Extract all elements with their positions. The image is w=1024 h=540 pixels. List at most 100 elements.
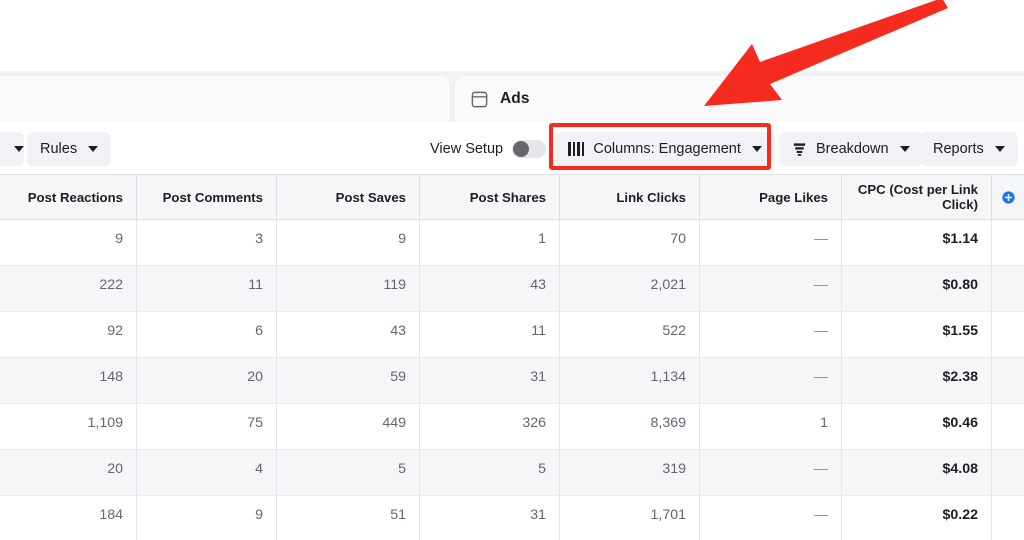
- breakdown-button[interactable]: Breakdown: [779, 132, 923, 166]
- cell-post-comments: 20: [137, 358, 277, 404]
- cell-post-shares: 5: [420, 450, 560, 496]
- cell-page-likes: —: [700, 220, 842, 266]
- cell-page-likes: —: [700, 496, 842, 540]
- view-setup-label: View Setup: [430, 141, 504, 157]
- table-row[interactable]: 222 11 119 43 2,021— $0.80: [0, 266, 1024, 312]
- add-column-button[interactable]: [992, 175, 1024, 219]
- cell-post-comments: 11: [137, 266, 277, 312]
- cell-page-likes: —: [700, 312, 842, 358]
- cell-link-clicks: 522: [560, 312, 700, 358]
- reports-button[interactable]: Reports: [920, 132, 1018, 166]
- cell-post-saves: 9: [277, 220, 420, 266]
- cell-post-shares: 326: [420, 404, 560, 450]
- breakdown-button-label: Breakdown: [816, 141, 889, 157]
- cell-link-clicks: 1,134: [560, 358, 700, 404]
- table-row[interactable]: 20 4 5 5 319— $4.08: [0, 450, 1024, 496]
- column-header-post-comments[interactable]: Post Comments: [137, 175, 277, 219]
- column-header-link-clicks[interactable]: Link Clicks: [560, 175, 700, 219]
- column-header-page-likes[interactable]: Page Likes: [700, 175, 842, 219]
- cell-row-end-spacer: [992, 404, 1024, 450]
- cell-post-saves: 5: [277, 450, 420, 496]
- cell-post-comments: 4: [137, 450, 277, 496]
- tab-ads-label: Ads: [500, 90, 530, 107]
- toolbar-offscreen-button[interactable]: [0, 132, 24, 166]
- cell-post-saves: 449: [277, 404, 420, 450]
- cell-post-reactions: 184: [0, 496, 137, 540]
- left-panel-card: [0, 76, 450, 128]
- right-panel-card: [455, 76, 1024, 128]
- cell-link-clicks: 8,369: [560, 404, 700, 450]
- cell-link-clicks: 2,021: [560, 266, 700, 312]
- cell-post-saves: 59: [277, 358, 420, 404]
- columns-icon: [568, 142, 585, 156]
- toolbar: Rules View Setup Columns: Engagement Bre…: [0, 122, 1024, 175]
- cell-link-clicks: 1,701: [560, 496, 700, 540]
- ads-manager-screen: Ads Rules View Setup Columns: Engagement: [0, 0, 1024, 540]
- chevron-down-icon: [88, 146, 99, 152]
- cell-cpc: $2.38: [842, 358, 992, 404]
- cell-cpc: $0.80: [842, 266, 992, 312]
- cell-post-reactions: 20: [0, 450, 137, 496]
- view-setup-switch[interactable]: [512, 140, 547, 158]
- chevron-down-icon: [14, 146, 24, 152]
- table-row[interactable]: 184 9 51 31 1,701— $0.22: [0, 496, 1024, 540]
- cell-page-likes: —: [700, 358, 842, 404]
- cell-post-reactions: 92: [0, 312, 137, 358]
- table-row[interactable]: 1,109 75 449 326 8,369 1 $0.46: [0, 404, 1024, 450]
- cell-post-comments: 9: [137, 496, 277, 540]
- table-header-row: Post Reactions Post Comments Post Saves …: [0, 175, 1024, 220]
- cell-post-comments: 3: [137, 220, 277, 266]
- cell-cpc: $0.46: [842, 404, 992, 450]
- rules-button-label: Rules: [40, 141, 78, 157]
- chevron-down-icon: [994, 146, 1005, 152]
- view-setup-toggle[interactable]: View Setup: [430, 132, 547, 166]
- cell-cpc: $1.14: [842, 220, 992, 266]
- view-setup-switch-knob: [513, 141, 530, 157]
- cell-post-saves: 119: [277, 266, 420, 312]
- cell-page-likes: —: [700, 450, 842, 496]
- rules-button[interactable]: Rules: [27, 132, 112, 166]
- cell-row-end-spacer: [992, 358, 1024, 404]
- cell-row-end-spacer: [992, 266, 1024, 312]
- cell-post-saves: 43: [277, 312, 420, 358]
- table-row[interactable]: 92 6 43 11 522— $1.55: [0, 312, 1024, 358]
- chevron-down-icon: [751, 146, 762, 152]
- cell-post-comments: 75: [137, 404, 277, 450]
- column-header-cpc[interactable]: CPC (Cost per Link Click): [842, 175, 992, 219]
- cell-link-clicks: 319: [560, 450, 700, 496]
- cell-post-saves: 51: [277, 496, 420, 540]
- tab-ads[interactable]: Ads: [462, 84, 538, 114]
- cell-row-end-spacer: [992, 450, 1024, 496]
- add-column-icon: [1001, 190, 1015, 204]
- cell-post-comments: 6: [137, 312, 277, 358]
- columns-button[interactable]: Columns: Engagement: [555, 132, 775, 166]
- cell-post-shares: 1: [420, 220, 560, 266]
- column-header-post-reactions[interactable]: Post Reactions: [0, 175, 137, 219]
- ads-window-icon: [470, 90, 489, 109]
- breakdown-icon: [792, 142, 807, 157]
- cell-post-shares: 31: [420, 358, 560, 404]
- cell-page-likes: —: [700, 266, 842, 312]
- cell-post-shares: 43: [420, 266, 560, 312]
- cell-post-shares: 11: [420, 312, 560, 358]
- cell-post-reactions: 222: [0, 266, 137, 312]
- columns-button-label: Columns: Engagement: [593, 141, 741, 157]
- cell-post-shares: 31: [420, 496, 560, 540]
- cell-cpc: $0.22: [842, 496, 992, 540]
- cell-cpc: $1.55: [842, 312, 992, 358]
- column-header-post-saves[interactable]: Post Saves: [277, 175, 420, 219]
- cell-post-reactions: 1,109: [0, 404, 137, 450]
- table-row[interactable]: 9 3 9 1 70— $1.14: [0, 220, 1024, 266]
- cell-link-clicks: 70: [560, 220, 700, 266]
- column-header-post-shares[interactable]: Post Shares: [420, 175, 560, 219]
- cell-post-reactions: 9: [0, 220, 137, 266]
- cell-row-end-spacer: [992, 496, 1024, 540]
- table-row[interactable]: 148 20 59 31 1,134— $2.38: [0, 358, 1024, 404]
- cell-cpc: $4.08: [842, 450, 992, 496]
- chevron-down-icon: [899, 146, 910, 152]
- cell-row-end-spacer: [992, 220, 1024, 266]
- table-body: 9 3 9 1 70— $1.14 222 11 119 43 2,021— $0.80 92 6 43 11…: [0, 220, 1024, 540]
- metrics-table: Post Reactions Post Comments Post Saves …: [0, 175, 1024, 540]
- page-top-whitespace: [0, 0, 1024, 71]
- cell-page-likes: 1: [700, 404, 842, 450]
